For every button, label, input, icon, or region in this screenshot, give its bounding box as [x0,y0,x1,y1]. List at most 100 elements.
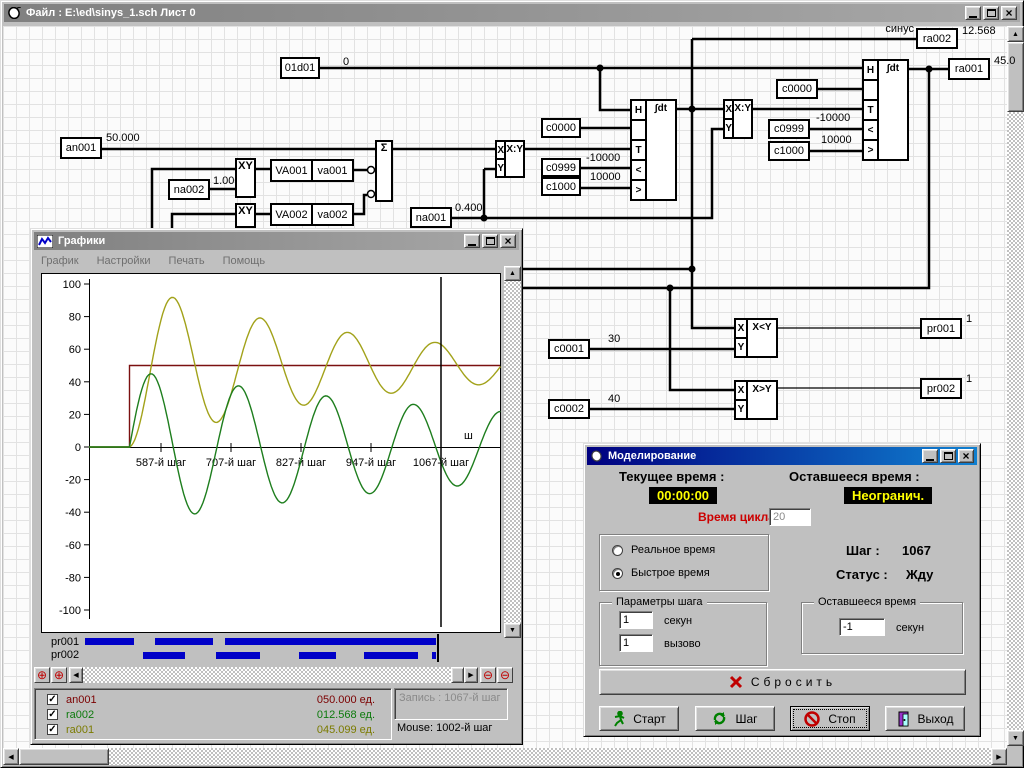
value-c0001: 30 [608,333,620,345]
main-hscroll-left-icon[interactable]: ◀ [3,748,19,765]
graph-maximize-button[interactable] [482,234,498,248]
block-divide-1[interactable]: X Y X:Y [495,140,525,178]
block-c0001[interactable]: c0001 [548,339,590,359]
graph-close-button[interactable]: × [500,234,516,248]
remaining-seconds-input[interactable]: -1 [839,618,885,636]
svg-text:100: 100 [63,279,81,291]
block-compare-gt[interactable]: X Y X>Y [734,380,778,420]
dialog-minimize-button[interactable] [922,449,938,463]
start-button[interactable]: Старт [599,706,679,731]
simulation-titlebar[interactable]: Моделирование × [587,447,977,465]
plot-vscroll-down-icon[interactable]: ▼ [504,623,521,638]
main-hscroll-right-icon[interactable]: ▶ [991,748,1007,765]
bar-label-pr001: pr001 [51,636,79,648]
step-counter-value: 1067 [902,543,931,558]
label-sinus: синус [870,23,914,35]
block-an001[interactable]: an001 [60,137,102,159]
svg-text:-100: -100 [59,605,81,617]
cycle-time-input[interactable]: 20 [769,508,811,526]
exit-door-icon [897,711,910,727]
block-na001[interactable]: na001 [410,207,452,228]
block-va002[interactable]: VA002 va002 [270,203,354,226]
menu-help[interactable]: Помощь [223,255,266,267]
graph-minimize-button[interactable] [464,234,480,248]
svg-text:-60: -60 [65,540,81,552]
chart-icon [37,235,53,248]
svg-text:20: 20 [69,409,81,421]
block-ra001[interactable]: ra001 [948,58,990,80]
block-pr001[interactable]: pr001 [920,318,962,339]
main-vscroll-down-icon[interactable]: ▼ [1007,730,1024,746]
radio-fast-time-icon[interactable] [612,568,623,579]
main-vscroll-up-icon[interactable]: ▲ [1007,26,1024,42]
block-compare-lt[interactable]: X Y X<Y [734,318,778,358]
remaining-time-value: Неогранич. [844,487,932,504]
dialog-close-button[interactable]: × [958,449,974,463]
checkbox-an001[interactable]: ✓ [47,694,58,705]
main-hscroll-thumb[interactable] [19,748,109,765]
block-c0999-2[interactable]: c0999 [768,119,810,139]
zoom-in-icon[interactable]: ⊕ [34,667,50,683]
main-vscroll-thumb[interactable] [1007,42,1024,112]
step-seconds-input[interactable]: 1 [619,611,653,629]
svg-text:40: 40 [69,377,81,389]
step-button[interactable]: Шаг [695,706,775,731]
radio-fast-time[interactable]: Быстрое время [612,567,710,579]
plot-hscrollbar[interactable] [69,667,478,683]
block-integrator-1[interactable]: H T < > ∫dt [630,99,677,201]
block-sum[interactable]: Σ [375,140,393,202]
menu-print[interactable]: Печать [169,255,205,267]
checkbox-ra001[interactable]: ✓ [47,724,58,735]
block-divide-2[interactable]: X Y X:Y [723,99,753,139]
step-seconds-unit: секун [664,615,692,627]
plot-hscroll-thumb[interactable] [451,667,464,683]
step-calls-input[interactable]: 1 [619,634,653,652]
block-c0000-1[interactable]: c0000 [541,118,581,138]
block-pr002[interactable]: pr002 [920,378,962,399]
graph-titlebar[interactable]: Графики × [34,232,519,250]
zoom-in-x-icon[interactable]: ⊕ [51,667,67,683]
plot-vscrollbar[interactable] [504,266,521,638]
block-na002[interactable]: na002 [168,179,210,200]
svg-text:ш: ш [464,430,473,442]
zoom-out-x-icon[interactable]: ⊖ [497,667,513,683]
main-close-button[interactable]: × [1001,6,1017,20]
block-01d01[interactable]: 01d01 [280,57,320,79]
block-ra002[interactable]: ra002 [916,28,958,49]
zoom-out-icon[interactable]: ⊖ [480,667,496,683]
menu-graph[interactable]: График [41,255,79,267]
dialog-maximize-button[interactable] [940,449,956,463]
stop-button[interactable]: Стоп [790,706,870,731]
main-maximize-button[interactable] [983,6,999,20]
block-c1000-1[interactable]: c1000 [541,177,581,196]
simulation-dialog: Моделирование × Текущее время : Оставшее… [583,443,981,737]
plot-vscroll-up-icon[interactable]: ▲ [504,266,521,281]
block-multiply-2[interactable]: XY [235,203,256,228]
plot-hscroll-right-icon[interactable]: ▶ [464,667,478,683]
main-minimize-button[interactable] [965,6,981,20]
block-c0002[interactable]: c0002 [548,399,590,419]
block-c1000-2[interactable]: c1000 [768,141,810,161]
block-c0999-1[interactable]: c0999 [541,158,581,177]
main-titlebar[interactable]: Файл : E:\ed\sinys_1.sch Лист 0 × [4,4,1020,22]
block-integrator-2[interactable]: H T < > ∫dt [862,59,909,161]
mouse-step-label: Mouse: 1002-й шаг [397,722,492,734]
main-vscrollbar[interactable] [1007,26,1024,746]
block-multiply-1[interactable]: XY [235,158,256,198]
checkbox-ra002[interactable]: ✓ [47,709,58,720]
reset-button[interactable]: Сбросить [599,669,966,695]
plot-area[interactable]: 100806040200-20-40-60-80-100587-й шаг707… [34,269,504,641]
menu-settings[interactable]: Настройки [97,255,151,267]
desktop: { "main_window": { "title": "Файл : E:\\… [0,0,1024,768]
radio-real-time[interactable]: Реальное время [612,544,715,556]
value-pr002: 1 [966,373,972,385]
block-va001[interactable]: VA001 va001 [270,159,354,182]
exit-button[interactable]: Выход [885,706,965,731]
radio-real-time-icon[interactable] [612,545,623,556]
svg-text:80: 80 [69,312,81,324]
plot-hscroll-left-icon[interactable]: ◀ [69,667,83,683]
main-hscrollbar[interactable] [3,748,1007,765]
bar-end-marker [437,634,439,662]
block-c0000-2[interactable]: c0000 [776,79,818,99]
graph-window-title: Графики [58,235,105,247]
